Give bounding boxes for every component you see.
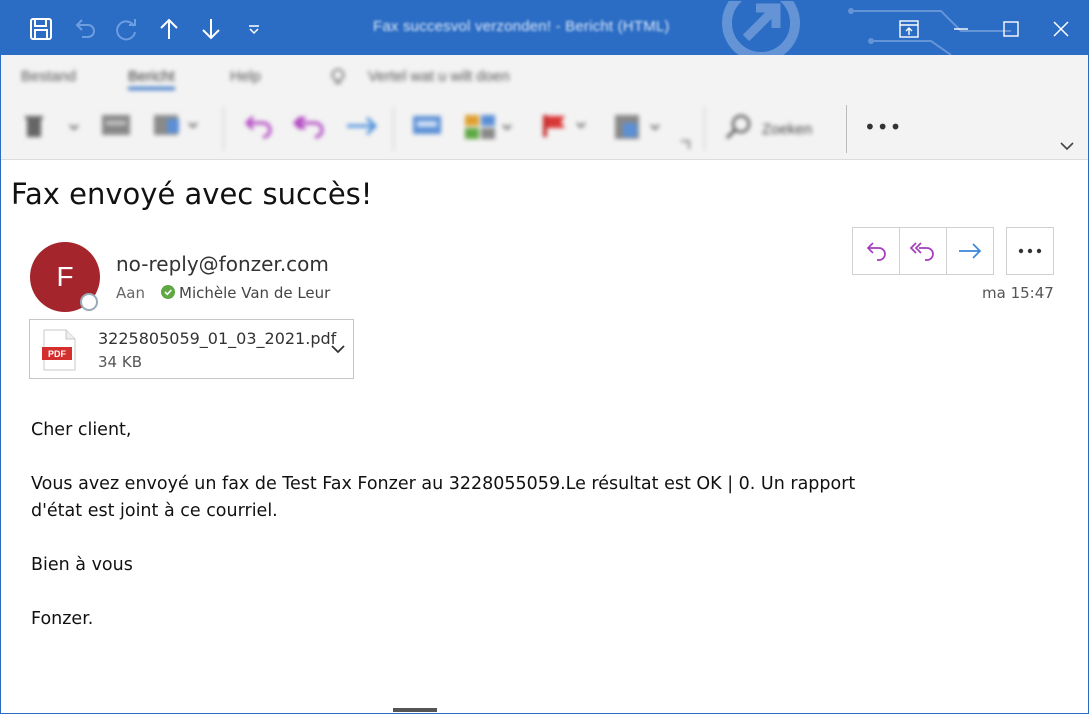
maximize-icon[interactable]	[989, 11, 1033, 47]
redo-icon[interactable]	[111, 12, 143, 46]
forward-button[interactable]	[946, 227, 994, 275]
ribbon: Bestand Bericht Help Vertel wat u wilt d…	[1, 55, 1088, 160]
title-bar: Fax succesvol verzonden! - Bericht (HTML…	[1, 1, 1088, 55]
pdf-badge: PDF	[48, 349, 67, 359]
horizontal-scrollbar[interactable]	[393, 708, 437, 712]
more-commands-icon[interactable]: •••	[864, 115, 902, 139]
search-icon[interactable]	[725, 113, 753, 141]
editor-icon[interactable]	[613, 113, 665, 143]
reply-button[interactable]	[852, 227, 900, 275]
reply-icon[interactable]	[241, 113, 273, 139]
attachment-size: 34 KB	[98, 353, 142, 371]
flag-icon[interactable]	[541, 113, 589, 139]
attachment-card[interactable]: PDF 3225805059_01_03_2021.pdf 34 KB	[29, 319, 354, 379]
reply-all-icon	[909, 242, 934, 261]
tab-bericht[interactable]: Bericht	[128, 68, 175, 90]
ribbon-separator	[846, 105, 847, 153]
more-actions-button[interactable]	[1006, 227, 1054, 275]
received-time: ma 15:47	[982, 284, 1054, 302]
attachment-name[interactable]: 3225805059_01_03_2021.pdf	[98, 329, 336, 348]
ribbon-separator	[704, 107, 705, 151]
arrow-up-icon[interactable]	[155, 12, 183, 46]
arrow-down-icon[interactable]	[197, 12, 225, 46]
presence-status-icon	[80, 293, 98, 311]
teams-share-icon[interactable]	[411, 113, 443, 139]
pdf-file-icon: PDF	[42, 329, 76, 371]
minimize-icon[interactable]	[939, 11, 983, 47]
body-closing: Bien à vous	[31, 555, 133, 575]
delete-icon[interactable]	[23, 113, 45, 139]
message-actions	[852, 227, 1054, 275]
body-signature: Fonzer.	[31, 609, 94, 629]
body-line-2: d'état est joint à ce courriel.	[31, 501, 278, 521]
tell-me-search[interactable]: Vertel wat u wilt doen	[368, 68, 510, 85]
tab-bestand[interactable]: Bestand	[21, 68, 76, 85]
recipient-name[interactable]: Michèle Van de Leur	[179, 284, 330, 302]
chevron-down-icon[interactable]	[330, 343, 346, 355]
avatar-initial: F	[56, 261, 74, 292]
undo-icon[interactable]	[69, 12, 101, 46]
window-title: Fax succesvol verzonden! - Bericht (HTML…	[373, 18, 670, 35]
search-label[interactable]: Zoeken	[762, 121, 812, 138]
tab-help[interactable]: Help	[230, 68, 261, 85]
close-icon[interactable]	[1039, 11, 1083, 47]
to-label: Aan	[116, 284, 145, 302]
mail-window: Fax succesvol verzonden! - Bericht (HTML…	[0, 0, 1089, 714]
available-check-icon	[161, 285, 175, 299]
move-icon[interactable]	[153, 113, 199, 139]
message-subject: Fax envoyé avec succès!	[11, 177, 373, 211]
ribbon-separator	[393, 107, 394, 151]
reply-all-icon[interactable]	[293, 113, 325, 139]
lightbulb-icon	[331, 68, 345, 90]
ribbon-separator	[223, 107, 224, 151]
body-line-1: Vous avez envoyé un fax de Test Fax Fonz…	[31, 474, 856, 494]
forward-icon[interactable]	[345, 113, 379, 139]
body-greeting: Cher client,	[31, 420, 132, 440]
customize-dropdown-icon[interactable]	[241, 12, 267, 46]
ribbon-expand-icon[interactable]	[1059, 140, 1075, 152]
dialog-launcher-icon[interactable]	[679, 139, 691, 151]
forward-icon	[959, 243, 982, 259]
reply-icon	[866, 242, 886, 261]
more-icon	[1018, 248, 1042, 254]
save-icon[interactable]	[25, 12, 57, 46]
reply-all-button[interactable]	[899, 227, 947, 275]
sender-address[interactable]: no-reply@fonzer.com	[116, 252, 329, 276]
restore-ribbon-icon[interactable]	[887, 11, 931, 47]
archive-icon[interactable]	[101, 113, 131, 137]
chevron-down-icon[interactable]	[69, 123, 79, 131]
quick-steps-icon[interactable]	[463, 113, 513, 141]
